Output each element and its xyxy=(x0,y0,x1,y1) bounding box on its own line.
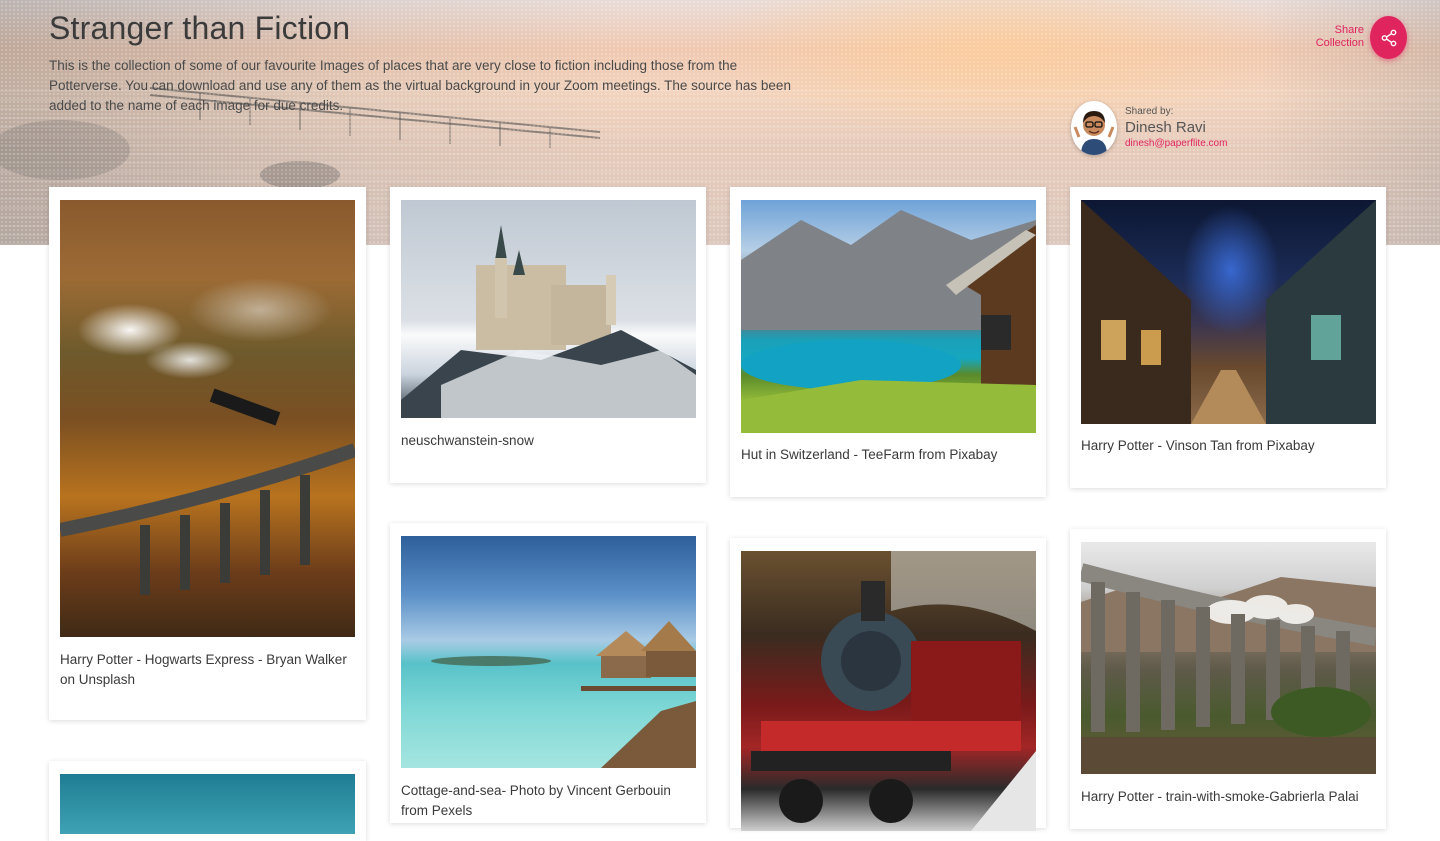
card-image xyxy=(60,200,355,637)
collection-card[interactable]: Harry Potter - Hogwarts Express - Bryan … xyxy=(49,187,366,720)
card-caption: neuschwanstein-snow xyxy=(401,433,534,448)
collection-card[interactable]: Harry Potter - Vinson Tan from Pixabay xyxy=(1070,187,1386,488)
card-image xyxy=(60,774,355,834)
collection-card[interactable]: neuschwanstein-snow xyxy=(390,187,706,483)
share-label-line1: Share xyxy=(1334,24,1364,36)
share-icon xyxy=(1381,29,1396,46)
card-caption: Harry Potter - train-with-smoke-Gabrierl… xyxy=(1081,789,1359,804)
sharer-avatar xyxy=(1071,101,1117,155)
card-image xyxy=(1081,542,1376,774)
shared-by-label: Shared by: xyxy=(1125,106,1174,117)
collection-title: Stranger than Fiction xyxy=(49,10,351,46)
swiss-lake-hut-image xyxy=(741,210,1036,433)
collection-card[interactable]: Cottage-and-sea- Photo by Vincent Gerbou… xyxy=(390,523,706,823)
collection-description: This is the collection of some of our fa… xyxy=(49,58,791,113)
card-image xyxy=(1081,200,1376,424)
collection-card[interactable] xyxy=(730,538,1046,831)
collection-card[interactable]: Harry Potter - train-with-smoke-Gabrierl… xyxy=(1070,529,1386,829)
castle-image xyxy=(401,225,696,418)
card-caption: Harry Potter - Hogwarts Express - Bryan … xyxy=(60,652,347,687)
collection-card[interactable]: Hut in Switzerland - TeeFarm from Pixaba… xyxy=(730,187,1046,497)
share-collection-label[interactable]: Share Collection xyxy=(1296,24,1364,50)
glenfinnan-viaduct-image xyxy=(1081,563,1376,774)
card-caption: Hut in Switzerland - TeeFarm from Pixaba… xyxy=(741,447,998,462)
card-image xyxy=(741,551,1036,831)
collection-card[interactable] xyxy=(49,761,366,841)
sharer-email-link[interactable]: dinesh@paperflite.com xyxy=(1125,138,1227,149)
bitmoji-avatar-icon xyxy=(1073,111,1115,155)
share-label-line2: Collection xyxy=(1315,37,1364,49)
diagon-alley-street-image xyxy=(1081,200,1376,424)
overwater-cottages-image xyxy=(431,621,696,768)
card-caption: Cottage-and-sea- Photo by Vincent Gerbou… xyxy=(401,783,671,818)
hogwarts-express-platform-image xyxy=(751,551,1036,831)
card-image xyxy=(401,536,696,768)
viaduct-train-image xyxy=(60,388,355,595)
card-image xyxy=(741,200,1036,433)
share-collection-button[interactable] xyxy=(1370,16,1407,59)
card-image xyxy=(401,200,696,418)
sharer-name: Dinesh Ravi xyxy=(1125,119,1206,136)
card-caption: Harry Potter - Vinson Tan from Pixabay xyxy=(1081,438,1315,453)
